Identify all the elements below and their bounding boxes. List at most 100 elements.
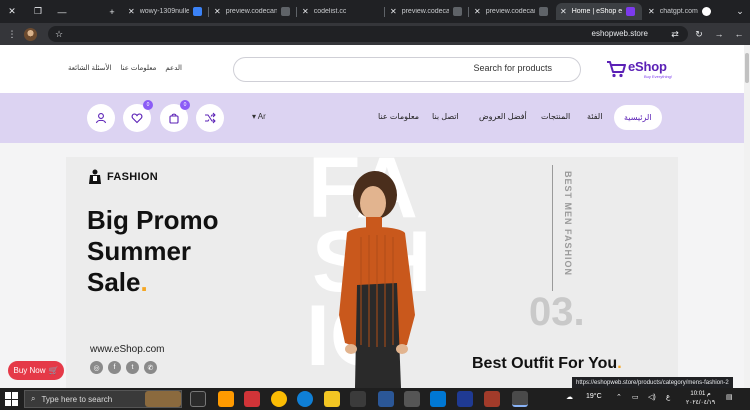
- browser-toolbar: ⋮ ☆ eshopweb.store ⇄ ↻ → ←: [0, 23, 750, 45]
- site-settings-icon[interactable]: ⇄: [668, 27, 682, 41]
- fashion-logo-icon: [89, 169, 101, 184]
- nav-item-top-deals[interactable]: أفضل العروض: [479, 112, 527, 121]
- nav-item-products[interactable]: المنتجات: [541, 112, 570, 121]
- windows-taskbar: ⌕ Type here to search ☁ 19°C ⌃ ▭ ◁) ع 10…: [0, 388, 750, 410]
- main-nav: 0 0 ▾ Ar معلومات عنا اتصل بنا أفضل العرو…: [0, 93, 744, 143]
- notifications-icon[interactable]: ▤: [726, 393, 733, 401]
- tab-favicon-icon: [281, 7, 290, 16]
- volume-icon[interactable]: ◁): [648, 393, 656, 401]
- nav-item-home[interactable]: الرئيسية: [614, 105, 662, 130]
- chrome-active-icon[interactable]: [512, 391, 528, 407]
- back-icon[interactable]: ←: [732, 27, 746, 41]
- browser-tab[interactable]: ✕ wowy-1309nulle: [124, 3, 206, 20]
- nav-item-contact[interactable]: اتصل بنا: [432, 112, 459, 121]
- network-icon[interactable]: ▭: [632, 393, 639, 401]
- banner-site-url: www.eShop.com: [90, 344, 165, 355]
- weather-temp[interactable]: 19°C: [586, 393, 602, 400]
- shopping-bag-icon: [169, 113, 179, 124]
- tab-favicon-icon: [626, 7, 636, 16]
- bookmark-star-icon[interactable]: ☆: [52, 27, 66, 41]
- search-input[interactable]: [352, 63, 552, 73]
- close-tab-icon[interactable]: ✕: [474, 7, 481, 16]
- whatsapp-icon[interactable]: ✆: [144, 361, 157, 374]
- about-link[interactable]: معلومات عنا: [120, 64, 156, 72]
- instagram-icon[interactable]: ◎: [90, 361, 103, 374]
- nav-item-category[interactable]: الفئة: [587, 112, 602, 121]
- close-window-icon[interactable]: ✕: [0, 0, 24, 23]
- divider: [552, 165, 553, 291]
- vscode-icon[interactable]: [430, 391, 446, 407]
- browser-tab[interactable]: ✕ codelist.cc: [298, 3, 382, 20]
- language-selector[interactable]: ▾ Ar: [252, 112, 266, 121]
- minimize-window-icon[interactable]: —: [50, 0, 74, 23]
- facebook-icon[interactable]: f: [108, 361, 121, 374]
- browser-tabstrip: ✕ ❐ — + ✕ wowy-1309nulle ✕ preview.codec…: [0, 0, 750, 23]
- social-icons: ◎ f t ✆: [90, 361, 157, 374]
- app-icon[interactable]: [244, 391, 260, 407]
- shuffle-icon: [205, 112, 216, 124]
- buy-now-button[interactable]: Buy Now 🛒: [8, 361, 64, 380]
- account-button[interactable]: [87, 104, 115, 132]
- wishlist-count-badge: 0: [143, 100, 153, 110]
- new-tab-icon[interactable]: +: [100, 0, 124, 23]
- cart-button[interactable]: 0: [160, 100, 190, 132]
- app-icon[interactable]: [350, 391, 366, 407]
- app-icon[interactable]: [218, 391, 234, 407]
- wishlist-button[interactable]: 0: [123, 100, 153, 132]
- hero-banner[interactable]: FA SH IO FASHION Big Promo Summer Sale. …: [66, 157, 678, 388]
- browser-tab-active[interactable]: ✕ Home | eShop e: [556, 3, 642, 20]
- close-tab-icon[interactable]: ✕: [648, 7, 655, 16]
- weather-icon[interactable]: ☁: [566, 393, 573, 401]
- faq-link[interactable]: الأسئلة الشائعة: [68, 64, 111, 72]
- model-image: [339, 171, 415, 388]
- edge-icon[interactable]: [297, 391, 313, 407]
- support-link[interactable]: الدعم: [165, 64, 182, 72]
- user-icon: [95, 113, 107, 124]
- browser-tab[interactable]: ✕ preview.codecan: [386, 3, 466, 20]
- banner-vertical-text: BEST MEN FASHION: [563, 171, 573, 277]
- page-scrollbar[interactable]: [744, 45, 750, 388]
- word-icon[interactable]: [378, 391, 394, 407]
- compare-button[interactable]: [196, 104, 224, 132]
- task-view-icon[interactable]: [190, 391, 206, 407]
- app-icon[interactable]: [484, 391, 500, 407]
- taskbar-clock[interactable]: 10:01 م ٢٠٢٤/٠٤/١٩: [686, 390, 715, 408]
- nav-item-about[interactable]: معلومات عنا: [378, 112, 419, 121]
- search-highlight-image: [145, 391, 181, 407]
- restore-window-icon[interactable]: ❐: [26, 0, 50, 23]
- browser-tab[interactable]: ✕ preview.codecan: [470, 3, 552, 20]
- app-icon[interactable]: [457, 391, 473, 407]
- close-tab-icon[interactable]: ✕: [128, 7, 135, 16]
- search-icon: ⌕: [31, 394, 36, 403]
- close-tab-icon[interactable]: ✕: [214, 7, 221, 16]
- language-icon[interactable]: ع: [666, 393, 670, 401]
- cart-count-badge: 0: [180, 100, 190, 110]
- app-icon[interactable]: [404, 391, 420, 407]
- tab-favicon-icon: [193, 7, 202, 16]
- site-logo[interactable]: eShop Buy Everything!: [606, 58, 686, 82]
- chrome-icon[interactable]: [271, 391, 287, 407]
- windows-start-icon[interactable]: [5, 392, 19, 406]
- menu-dots-icon[interactable]: ⋮: [5, 27, 19, 41]
- reload-icon[interactable]: ↻: [692, 27, 706, 41]
- twitter-icon[interactable]: t: [126, 361, 139, 374]
- tab-favicon-icon: [701, 7, 711, 16]
- forward-icon[interactable]: →: [712, 27, 726, 41]
- close-tab-icon[interactable]: ✕: [390, 7, 397, 16]
- chevron-down-icon: ▾: [252, 112, 257, 121]
- close-tab-icon[interactable]: ✕: [302, 7, 309, 16]
- file-explorer-icon[interactable]: [324, 391, 340, 407]
- site-header: الأسئلة الشائعة معلومات عنا الدعم eShop …: [0, 45, 744, 93]
- close-tab-icon[interactable]: ✕: [560, 7, 567, 16]
- cart-icon: 🛒: [48, 366, 59, 375]
- tab-search-icon[interactable]: ⌄: [728, 0, 750, 23]
- fashion-brand: FASHION: [88, 169, 158, 185]
- banner-number: 03.: [529, 290, 585, 334]
- browser-tab[interactable]: ✕ chatgpt.com: [644, 3, 728, 20]
- browser-tab[interactable]: ✕ preview.codecan: [210, 3, 294, 20]
- profile-avatar[interactable]: [24, 28, 37, 41]
- address-bar[interactable]: ☆ eshopweb.store ⇄: [48, 26, 688, 42]
- search-bar[interactable]: [233, 57, 581, 82]
- scrollbar-thumb[interactable]: [745, 53, 749, 83]
- tray-chevron-icon[interactable]: ⌃: [616, 393, 622, 401]
